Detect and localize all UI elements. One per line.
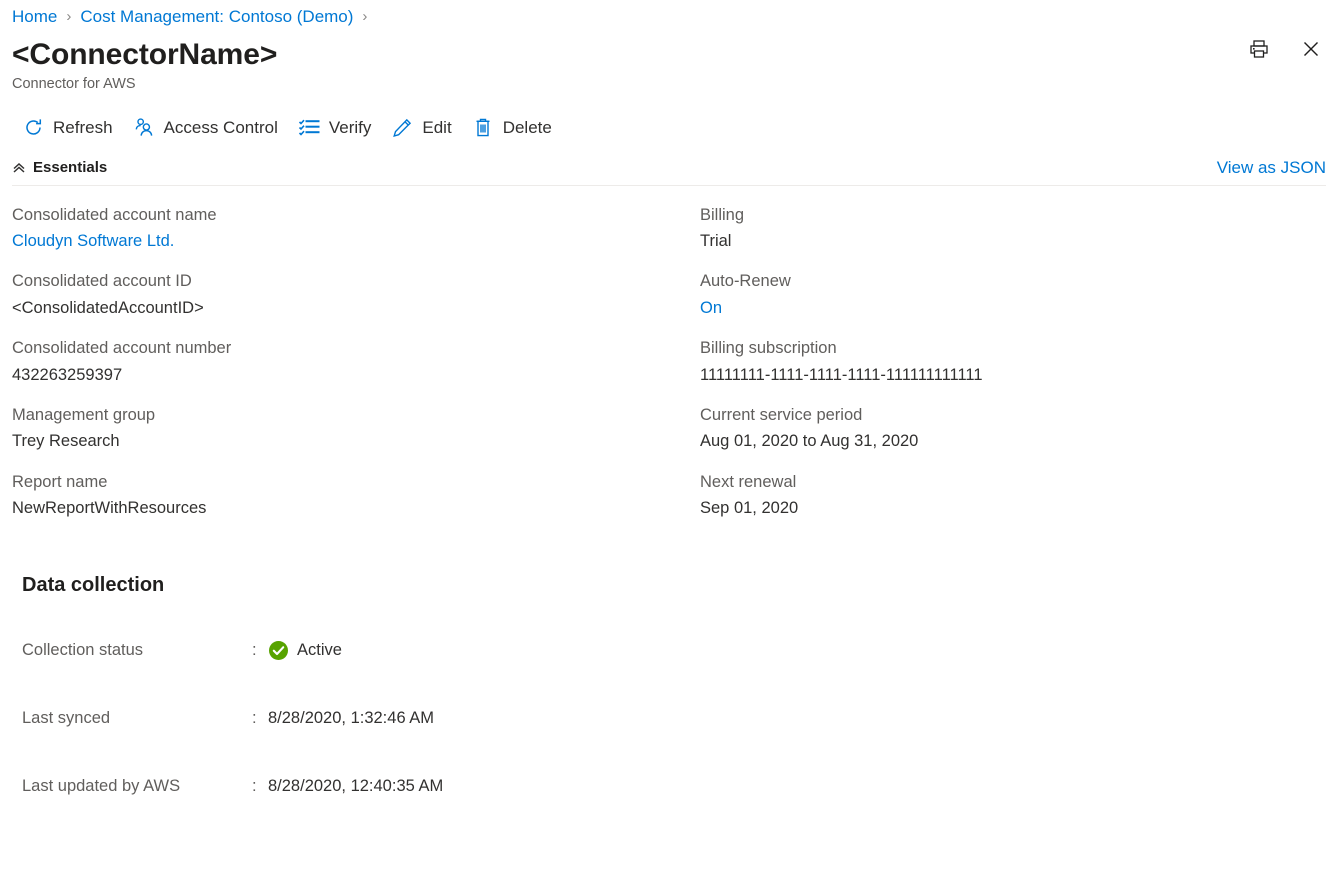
row-label: Last updated by AWS (22, 777, 181, 795)
data-collection-title: Data collection (22, 573, 165, 596)
page-header: <ConnectorName> Connector for AWS (0, 28, 1340, 92)
refresh-icon (22, 117, 44, 139)
property-label: Consolidated account number (12, 339, 232, 358)
printer-icon (1248, 38, 1270, 65)
close-icon (1300, 38, 1322, 65)
property-label: Auto-Renew (700, 272, 791, 291)
success-check-icon (268, 640, 289, 661)
users-icon (133, 117, 155, 139)
access-control-label: Access Control (163, 117, 278, 137)
property-current-service-period: Current service period Aug 01, 2020 to A… (700, 402, 1340, 455)
property-label: Billing subscription (700, 339, 837, 358)
command-bar: Refresh Access Control Verify Edit Delet… (0, 106, 1340, 150)
row-colon: : (252, 709, 257, 727)
property-label: Billing (700, 205, 745, 224)
page-subtitle: Connector for AWS (12, 75, 136, 92)
status-badge: Active (297, 641, 342, 659)
data-collection-row-last-synced: Last synced : 8/28/2020, 1:32:46 AM (22, 705, 1340, 733)
property-value: NewReportWithResources (12, 499, 207, 518)
verify-label: Verify (328, 117, 372, 137)
property-consolidated-account-name: Consolidated account name Cloudyn Softwa… (12, 202, 700, 255)
property-value: Trey Research (12, 432, 120, 451)
property-value: Sep 01, 2020 (700, 499, 799, 518)
breadcrumb-item-cost-management[interactable]: Cost Management: Contoso (Demo) (80, 7, 353, 27)
delete-label: Delete (502, 117, 552, 137)
breadcrumb-separator-icon: › (66, 8, 72, 25)
property-value: Trial (700, 231, 732, 250)
property-label: Report name (12, 472, 108, 491)
view-as-json-link[interactable]: View as JSON (1217, 158, 1326, 178)
access-control-button[interactable]: Access Control (127, 111, 292, 145)
property-label: Management group (12, 405, 156, 424)
refresh-button[interactable]: Refresh (16, 111, 127, 145)
essentials-left-column: Consolidated account name Cloudyn Softwa… (12, 202, 700, 536)
essentials-properties: Consolidated account name Cloudyn Softwa… (0, 186, 1340, 536)
close-button[interactable] (1296, 36, 1326, 66)
row-value: 8/28/2020, 12:40:35 AM (268, 777, 444, 795)
row-colon: : (252, 641, 257, 659)
property-value: 11111111-1111-1111-1111-111111111111 (700, 365, 983, 384)
data-collection-row-last-updated-by-aws: Last updated by AWS : 8/28/2020, 12:40:3… (22, 773, 1340, 801)
row-value-wrapper: Active (268, 640, 342, 661)
property-value: <ConsolidatedAccountID> (12, 298, 204, 317)
property-consolidated-account-number: Consolidated account number 432263259397 (12, 335, 700, 388)
breadcrumb-item-home[interactable]: Home (12, 7, 57, 27)
checklist-icon (298, 117, 320, 139)
trash-icon (472, 117, 494, 139)
property-management-group: Management group Trey Research (12, 402, 700, 455)
property-value[interactable]: Cloudyn Software Ltd. (12, 228, 700, 254)
property-billing-subscription: Billing subscription 11111111-1111-1111-… (700, 335, 1340, 388)
essentials-collapse-toggle[interactable]: Essentials (12, 159, 107, 176)
refresh-label: Refresh (53, 117, 113, 137)
property-next-renewal: Next renewal Sep 01, 2020 (700, 469, 1340, 522)
essentials-header: Essentials View as JSON (12, 158, 1326, 186)
essentials-label: Essentials (33, 159, 108, 177)
window-actions (1244, 36, 1326, 66)
pencil-icon (391, 117, 413, 139)
row-value: 8/28/2020, 1:32:46 AM (268, 709, 435, 727)
page-title: <ConnectorName> (12, 38, 278, 71)
breadcrumb-separator-icon: › (362, 8, 368, 25)
row-label: Collection status (22, 641, 144, 659)
verify-button[interactable]: Verify (292, 111, 386, 145)
property-value: Aug 01, 2020 to Aug 31, 2020 (700, 432, 919, 451)
edit-button[interactable]: Edit (385, 111, 465, 145)
print-button[interactable] (1244, 36, 1274, 66)
row-colon: : (252, 777, 257, 795)
chevron-up-icon (12, 161, 26, 175)
property-value: 432263259397 (12, 365, 123, 384)
property-label: Consolidated account name (12, 205, 217, 224)
essentials-right-column: Billing Trial Auto-Renew On Billing subs… (700, 202, 1340, 536)
delete-button[interactable]: Delete (466, 111, 566, 145)
property-report-name: Report name NewReportWithResources (12, 469, 700, 522)
property-label: Current service period (700, 405, 863, 424)
property-value[interactable]: On (700, 295, 1340, 321)
property-billing: Billing Trial (700, 202, 1340, 255)
breadcrumb: Home › Cost Management: Contoso (Demo) › (0, 0, 1340, 28)
property-auto-renew: Auto-Renew On (700, 268, 1340, 321)
property-consolidated-account-id: Consolidated account ID <ConsolidatedAcc… (12, 268, 700, 321)
row-label: Last synced (22, 709, 111, 727)
edit-label: Edit (422, 117, 452, 137)
property-label: Next renewal (700, 472, 797, 491)
data-collection-section: Data collection Collection status : Acti… (0, 536, 1340, 801)
property-label: Consolidated account ID (12, 272, 192, 291)
data-collection-row-collection-status: Collection status : Active (22, 637, 1340, 665)
